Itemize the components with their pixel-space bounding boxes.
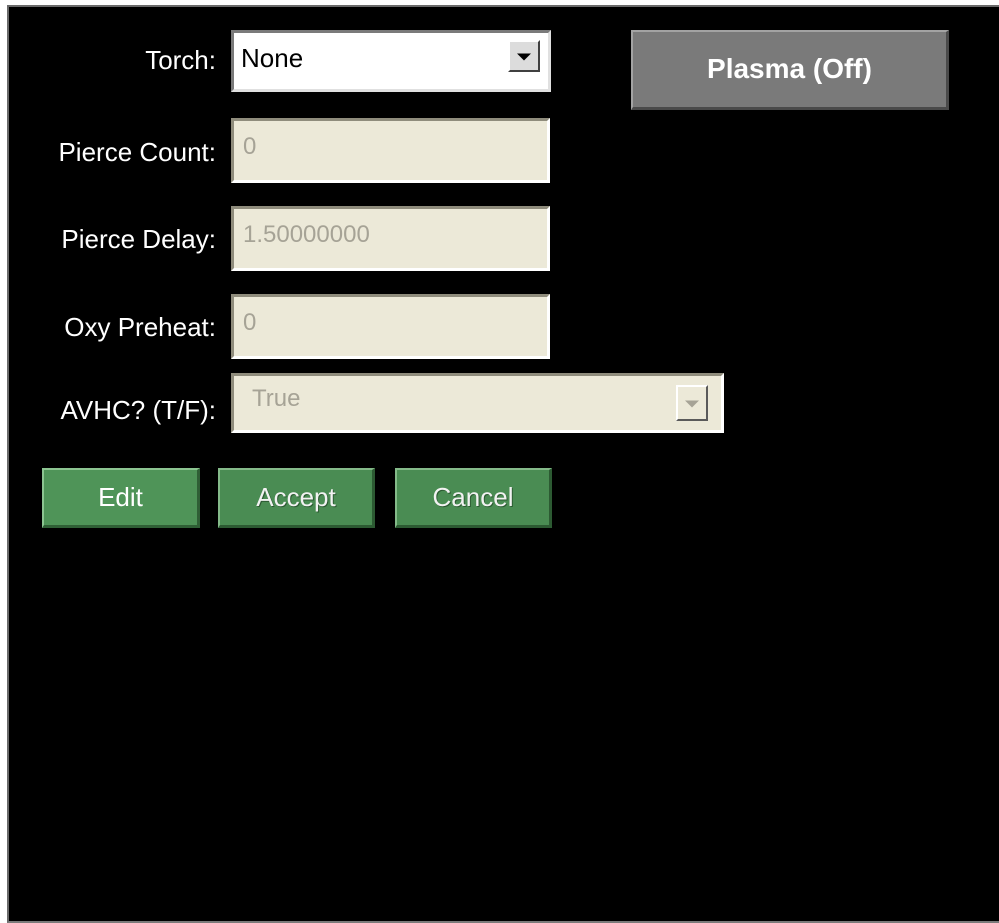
oxy-preheat-label: Oxy Preheat: — [64, 312, 216, 342]
avhc-select[interactable]: True — [231, 373, 724, 433]
torch-label: Torch: — [145, 45, 216, 75]
accept-button[interactable]: Accept — [218, 468, 375, 528]
avhc-label: AVHC? (T/F): — [60, 395, 216, 425]
pierce-delay-field[interactable]: 1.50000000 — [231, 206, 550, 271]
avhc-select-value: True — [252, 385, 301, 412]
oxy-preheat-value: 0 — [243, 309, 257, 336]
chevron-down-icon — [685, 400, 699, 408]
torch-select-value: None — [241, 43, 304, 73]
pierce-count-label: Pierce Count: — [58, 137, 216, 167]
chevron-down-icon — [517, 53, 531, 61]
plasma-toggle-button[interactable]: Plasma (Off) — [631, 30, 949, 110]
avhc-dropdown-button[interactable] — [676, 385, 708, 421]
torch-select[interactable]: None — [231, 30, 551, 92]
pierce-count-field[interactable]: 0 — [231, 118, 550, 183]
edit-button[interactable]: Edit — [42, 468, 200, 528]
pierce-delay-value: 1.50000000 — [243, 221, 370, 248]
torch-dropdown-button[interactable] — [508, 40, 540, 72]
oxy-preheat-field[interactable]: 0 — [231, 294, 550, 359]
pierce-count-value: 0 — [243, 133, 257, 160]
cancel-button[interactable]: Cancel — [395, 468, 552, 528]
pierce-delay-label: Pierce Delay: — [61, 224, 216, 254]
